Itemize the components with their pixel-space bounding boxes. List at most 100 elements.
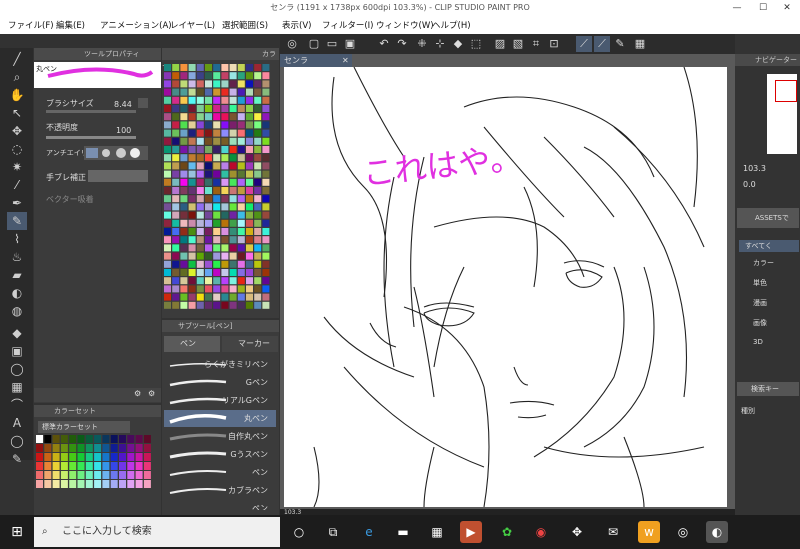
palette-swatch[interactable] [262, 64, 270, 71]
palette-swatch[interactable] [180, 162, 188, 170]
color-set-swatch[interactable] [94, 453, 102, 461]
palette-swatch[interactable] [221, 178, 229, 186]
color-set-swatch[interactable] [110, 453, 118, 461]
palette-swatch[interactable] [221, 113, 229, 121]
palette-swatch[interactable] [246, 285, 253, 293]
palette-swatch[interactable] [213, 80, 221, 88]
palette-swatch[interactable] [254, 162, 262, 170]
palette-swatch[interactable] [237, 146, 245, 153]
palette-swatch[interactable] [196, 277, 204, 285]
palette-swatch[interactable] [172, 162, 180, 170]
color-set-swatch[interactable] [119, 435, 126, 443]
palette-swatch[interactable] [196, 72, 204, 80]
palette-swatch[interactable] [229, 293, 237, 301]
color-set-swatch[interactable] [135, 480, 143, 488]
palette-swatch[interactable] [180, 228, 188, 235]
palette-swatch[interactable] [205, 88, 212, 96]
antialias-selector[interactable] [84, 146, 148, 160]
color-set-swatch[interactable] [77, 444, 85, 452]
palette-swatch[interactable] [205, 96, 212, 104]
color-set-swatch[interactable] [60, 471, 68, 479]
palette-swatch[interactable] [180, 211, 188, 219]
color-set-swatch[interactable] [127, 471, 135, 479]
palette-swatch[interactable] [221, 244, 229, 252]
palette-swatch[interactable] [172, 277, 180, 285]
palette-swatch[interactable] [229, 72, 237, 80]
antialias-medium[interactable] [116, 148, 126, 158]
opacity-value[interactable]: 100 [116, 126, 131, 135]
color-set-swatch[interactable] [85, 471, 93, 479]
palette-swatch[interactable] [254, 269, 262, 276]
color-set-swatch[interactable] [77, 453, 85, 461]
palette-swatch[interactable] [196, 211, 204, 219]
palette-swatch[interactable] [172, 203, 180, 211]
color-set-swatch[interactable] [52, 480, 60, 488]
palette-swatch[interactable] [188, 252, 196, 260]
palette-swatch[interactable] [164, 187, 171, 194]
palette-swatch[interactable] [164, 293, 171, 301]
color-set-swatch[interactable] [77, 480, 85, 488]
palette-swatch[interactable] [180, 96, 188, 104]
palette-swatch[interactable] [221, 137, 229, 145]
palette-swatch[interactable] [237, 236, 245, 244]
palette-swatch[interactable] [172, 228, 180, 235]
palette-swatch[interactable] [213, 260, 221, 268]
palette-swatch[interactable] [262, 170, 270, 178]
palette-swatch[interactable] [221, 146, 229, 153]
palette-swatch[interactable] [205, 170, 212, 178]
palette-swatch[interactable] [246, 244, 253, 252]
color-set-swatch[interactable] [69, 453, 77, 461]
color-set-dropdown[interactable]: 標準カラーセット [38, 421, 130, 433]
color-set-swatch[interactable] [36, 453, 43, 461]
brush-size-stepper[interactable] [138, 98, 148, 108]
palette-swatch[interactable] [205, 154, 212, 162]
palette-swatch[interactable] [246, 80, 253, 88]
palette-swatch[interactable] [213, 154, 221, 162]
color-set-swatch[interactable] [135, 435, 143, 443]
palette-swatch[interactable] [229, 277, 237, 285]
transform-icon[interactable]: ⊹ [432, 36, 448, 52]
palette-swatch[interactable] [254, 105, 262, 112]
color-set-swatch[interactable] [44, 453, 52, 461]
palette-swatch[interactable] [254, 187, 262, 194]
palette-swatch[interactable] [188, 219, 196, 227]
palette-swatch[interactable] [188, 236, 196, 244]
palette-swatch[interactable] [237, 252, 245, 260]
close-icon[interactable]: ✕ [776, 0, 798, 16]
drawing-canvas[interactable]: これはや。 [284, 66, 727, 508]
palette-swatch[interactable] [237, 121, 245, 129]
mail-icon[interactable]: ✉ [602, 521, 624, 543]
color-set-swatch[interactable] [52, 453, 60, 461]
palette-swatch[interactable] [221, 277, 229, 285]
palette-swatch[interactable] [188, 293, 196, 301]
color-set-swatch[interactable] [85, 444, 93, 452]
palette-swatch[interactable] [254, 211, 262, 219]
palette-swatch[interactable] [262, 187, 270, 194]
move-layer-icon[interactable]: ✥ [7, 122, 27, 140]
color-set-swatch[interactable] [94, 435, 102, 443]
tree-item-color[interactable]: カラー [753, 258, 774, 268]
color-set-swatch[interactable] [60, 462, 68, 470]
palette-swatch[interactable] [196, 244, 204, 252]
menu-file[interactable]: ファイル(F) [8, 19, 54, 31]
palette-swatch[interactable] [229, 301, 237, 309]
palette-swatch[interactable] [164, 211, 171, 219]
pen-tool-icon[interactable]: ╱ [7, 50, 27, 68]
palette-swatch[interactable] [229, 269, 237, 276]
palette-swatch[interactable] [196, 105, 204, 112]
palette-swatch[interactable] [246, 252, 253, 260]
palette-swatch[interactable] [172, 121, 180, 129]
palette-swatch[interactable] [254, 170, 262, 178]
palette-swatch[interactable] [180, 121, 188, 129]
color-set-swatch[interactable] [77, 462, 85, 470]
palette-swatch[interactable] [172, 236, 180, 244]
w-app-icon[interactable]: w [638, 521, 660, 543]
palette-swatch[interactable] [221, 236, 229, 244]
palette-swatch[interactable] [180, 88, 188, 96]
palette-swatch[interactable] [237, 137, 245, 145]
palette-swatch[interactable] [164, 121, 171, 129]
palette-swatch[interactable] [262, 236, 270, 244]
palette-swatch[interactable] [164, 195, 171, 203]
palette-swatch[interactable] [196, 228, 204, 235]
color-set-swatch[interactable] [36, 444, 43, 452]
